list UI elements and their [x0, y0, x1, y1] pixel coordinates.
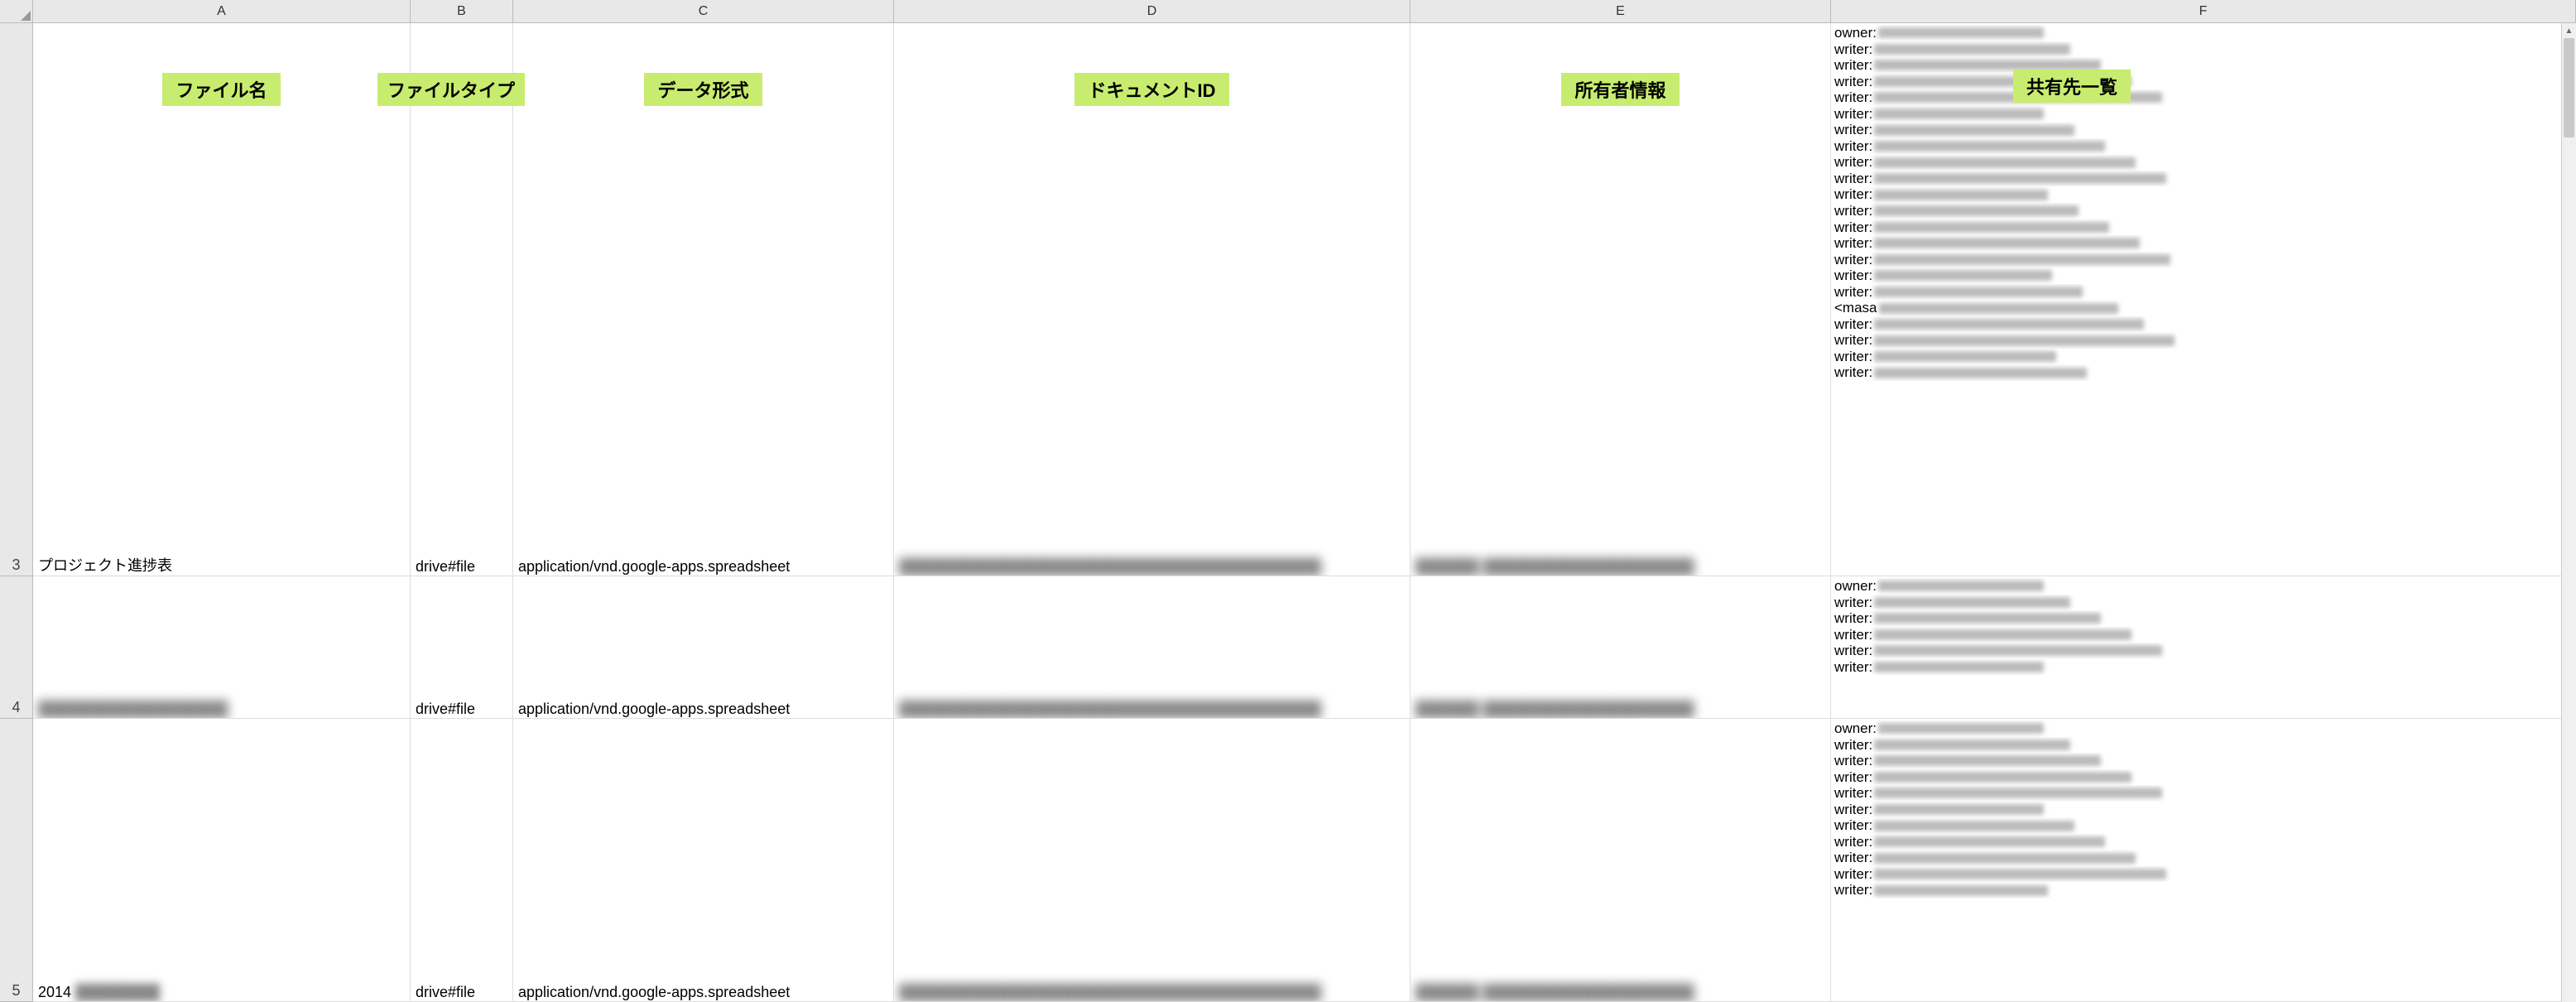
cell-value: drive#file	[416, 558, 475, 576]
cell[interactable]: drive#file	[411, 576, 513, 719]
col-header-E[interactable]: E	[1411, 0, 1831, 23]
permission-line: writer:	[1834, 284, 2572, 301]
permission-line: writer:	[1834, 850, 2572, 866]
cell[interactable]: application/vnd.google-apps.spreadsheet	[513, 576, 894, 719]
permission-line: writer:	[1834, 595, 2572, 611]
cell-value: プロジェクト進捗表	[38, 554, 172, 576]
column-label-badge: 共有先一覧	[2013, 70, 2131, 103]
permission-line: writer:	[1834, 57, 2572, 74]
permission-line: writer:	[1834, 74, 2572, 90]
redacted-value: ██████████████████	[38, 701, 405, 718]
cell-value: drive#file	[416, 701, 475, 718]
permission-line: writer:	[1834, 154, 2572, 171]
row-header[interactable]: 4	[0, 576, 33, 719]
permission-line: writer:	[1834, 316, 2572, 333]
cell[interactable]: データ形式 application/vnd.google-apps.spreads…	[513, 23, 894, 576]
cell[interactable]: 2014 ████████	[33, 719, 411, 1002]
cell[interactable]: ██████ ████████████████████	[1411, 719, 1831, 1002]
permission-line: writer:	[1834, 349, 2572, 365]
column-label-badge: ファイル名	[162, 73, 280, 106]
cell[interactable]: ████████████████████████████████████████	[894, 719, 1411, 1002]
cell[interactable]: 共有先一覧owner:writer:writer:writer:writer:w…	[1831, 23, 2576, 576]
permission-line: writer:	[1834, 882, 2572, 898]
spreadsheet-grid[interactable]: ABCDEF3ファイル名プロジェクト進捗表ファイルタイプdrive#fileデー…	[0, 0, 2576, 1002]
cell-value: application/vnd.google-apps.spreadsheet	[518, 984, 790, 1001]
permission-line: owner:	[1834, 578, 2572, 595]
permission-line: writer:	[1834, 332, 2572, 349]
permission-line: writer:	[1834, 122, 2572, 138]
cell[interactable]: owner:writer:writer:writer:writer:writer…	[1831, 576, 2576, 719]
permission-line: writer:	[1834, 643, 2572, 659]
permission-line: owner:	[1834, 720, 2572, 737]
permission-line: writer:	[1834, 267, 2572, 284]
permission-line: writer:	[1834, 203, 2572, 219]
permission-line: writer:	[1834, 802, 2572, 818]
cell-value: drive#file	[416, 984, 475, 1001]
permission-line: writer:	[1834, 219, 2572, 236]
col-header-C[interactable]: C	[513, 0, 894, 23]
cell[interactable]: ████████████████████████████████████████	[894, 576, 1411, 719]
cell[interactable]: ファイル名プロジェクト進捗表	[33, 23, 411, 576]
column-label-badge: ファイルタイプ	[377, 73, 525, 106]
cell-value: application/vnd.google-apps.spreadsheet	[518, 701, 790, 718]
permission-line: writer:	[1834, 252, 2572, 268]
redacted-value: ████████████████████████████████████████	[899, 701, 1405, 718]
permission-line: owner:	[1834, 25, 2572, 41]
permission-line: writer:	[1834, 106, 2572, 123]
permission-line: writer:	[1834, 737, 2572, 754]
permission-line: writer:	[1834, 866, 2572, 883]
permission-line: writer:	[1834, 627, 2572, 643]
permission-line: writer:	[1834, 834, 2572, 850]
permission-line: writer:	[1834, 817, 2572, 834]
cell[interactable]: owner:writer:writer:writer:writer:writer…	[1831, 719, 2576, 1002]
permission-line: writer:	[1834, 753, 2572, 769]
redacted-value: ████████████████████████████████████████	[899, 558, 1405, 576]
scroll-up-button[interactable]: ▲	[2562, 23, 2576, 38]
cell[interactable]: drive#file	[411, 719, 513, 1002]
cell[interactable]: ██████ ████████████████████	[1411, 576, 1831, 719]
permission-line: writer:	[1834, 138, 2572, 155]
row-header[interactable]: 5	[0, 719, 33, 1002]
redacted-value: ██████ ████████████████████	[1415, 701, 1825, 718]
permission-line: writer:	[1834, 785, 2572, 802]
permission-line: writer:	[1834, 659, 2572, 676]
cell[interactable]: ドキュメントID ████████████████████████████████…	[894, 23, 1411, 576]
permission-line: writer:	[1834, 41, 2572, 58]
col-header-B[interactable]: B	[411, 0, 513, 23]
column-label-badge: 所有者情報	[1561, 73, 1679, 106]
redacted-value: ██████ ████████████████████	[1415, 558, 1825, 576]
cell-value: 2014 ████████	[38, 984, 160, 1001]
permission-line: writer:	[1834, 364, 2572, 381]
scroll-thumb[interactable]	[2564, 38, 2574, 137]
redacted-value: ██████ ████████████████████	[1415, 984, 1825, 1001]
col-header-F[interactable]: F	[1831, 0, 2576, 23]
permission-line: writer:	[1834, 171, 2572, 187]
permission-line: writer:	[1834, 89, 2572, 106]
cell[interactable]: ██████████████████	[33, 576, 411, 719]
col-header-A[interactable]: A	[33, 0, 411, 23]
permission-line: writer:	[1834, 610, 2572, 627]
row-header[interactable]: 3	[0, 23, 33, 576]
col-header-D[interactable]: D	[894, 0, 1411, 23]
permission-line: writer:	[1834, 186, 2572, 203]
permission-line: writer:	[1834, 235, 2572, 252]
select-all-corner[interactable]	[0, 0, 33, 23]
column-label-badge: データ形式	[644, 73, 762, 106]
redacted-value: ████████████████████████████████████████	[899, 984, 1405, 1001]
permission-line: <masa	[1834, 300, 2572, 316]
vertical-scrollbar[interactable]: ▲	[2561, 23, 2576, 1002]
cell[interactable]: 所有者情報 ██████ ████████████████████	[1411, 23, 1831, 576]
cell-value: application/vnd.google-apps.spreadsheet	[518, 558, 790, 576]
permission-line: writer:	[1834, 769, 2572, 786]
column-label-badge: ドキュメントID	[1074, 73, 1228, 106]
cell[interactable]: application/vnd.google-apps.spreadsheet	[513, 719, 894, 1002]
cell[interactable]: ファイルタイプdrive#file	[411, 23, 513, 576]
